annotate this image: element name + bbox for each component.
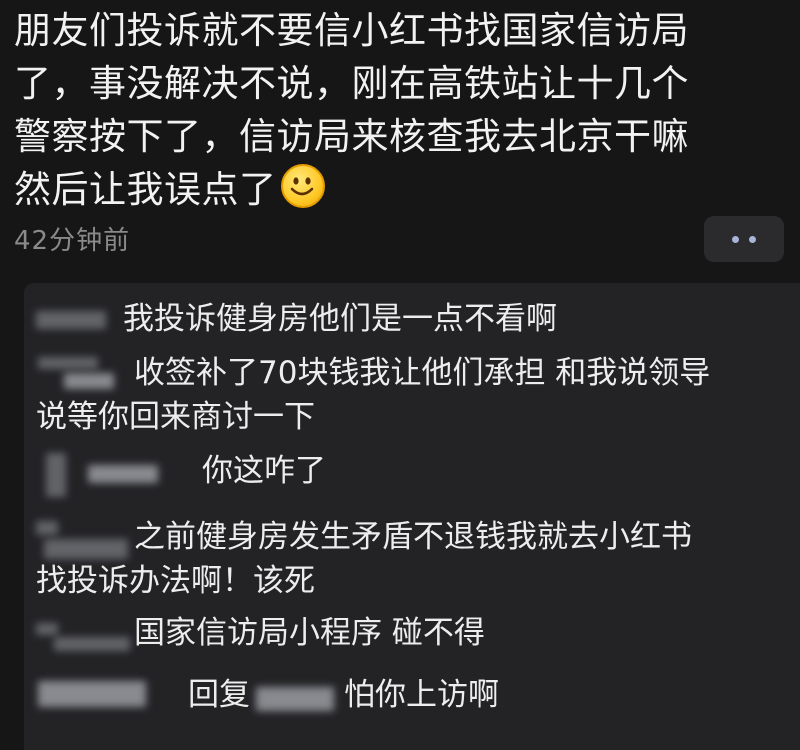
more-dots-icon xyxy=(749,236,756,243)
post-body: 朋友们投诉就不要信小红书找国家信访局 了，事没解决不说，刚在高铁站让十几个 警察… xyxy=(14,4,790,216)
timestamp: 42分钟前 xyxy=(14,226,131,256)
blurred-username xyxy=(36,521,58,535)
comment-text: 找投诉办法啊！该死 xyxy=(36,563,315,599)
comment-item[interactable]: 国家信访局小程序 碰不得 xyxy=(24,611,800,655)
blurred-username xyxy=(36,311,106,329)
comments-panel: 我投诉健身房他们是一点不看啊 收签补了70块钱我让他们承担 和我说领导 说等你回… xyxy=(24,283,800,750)
comment-text: 怕你上访啊 xyxy=(344,677,499,713)
blurred-username xyxy=(44,539,128,559)
comment-text: 国家信访局小程序 碰不得 xyxy=(134,615,485,651)
blurred-reply-target xyxy=(256,687,334,711)
more-options-button[interactable] xyxy=(704,216,784,262)
post-line: 朋友们投诉就不要信小红书找国家信访局 xyxy=(14,9,689,52)
comment-text: 说等你回来商讨一下 xyxy=(36,399,315,435)
comment-item[interactable]: 我投诉健身房他们是一点不看啊 xyxy=(24,297,800,341)
post-line: 了，事没解决不说，刚在高铁站让十几个 xyxy=(14,62,689,105)
blurred-username xyxy=(46,453,66,497)
reply-label: 回复 xyxy=(188,677,250,713)
comment-text: 我投诉健身房他们是一点不看啊 xyxy=(123,301,557,337)
blurred-username xyxy=(64,373,114,389)
blurred-username xyxy=(38,681,146,707)
blurred-username xyxy=(36,623,58,635)
blurred-username xyxy=(88,465,158,483)
comment-item[interactable]: 之前健身房发生矛盾不退钱我就去小红书 找投诉办法啊！该死 xyxy=(24,515,800,603)
comment-item[interactable]: 你这咋了 xyxy=(24,449,800,497)
post-line-last: 然后让我误点了 xyxy=(14,163,790,216)
smile-emoji-icon xyxy=(280,164,325,208)
blurred-username xyxy=(38,357,98,369)
comment-text: 之前健身房发生矛盾不退钱我就去小红书 xyxy=(134,519,692,555)
post-line: 警察按下了，信访局来核查我去北京干嘛 xyxy=(14,115,689,158)
post-line-text: 然后让我误点了 xyxy=(14,168,277,211)
comment-item[interactable]: 回复 怕你上访啊 xyxy=(24,673,800,717)
more-dots-icon xyxy=(732,236,739,243)
comment-item[interactable]: 收签补了70块钱我让他们承担 和我说领导 说等你回来商讨一下 xyxy=(24,351,800,439)
comment-text: 收签补了70块钱我让他们承担 和我说领导 xyxy=(134,355,711,391)
blurred-username xyxy=(54,637,130,651)
post-meta-row: 42分钟前 xyxy=(14,214,786,266)
